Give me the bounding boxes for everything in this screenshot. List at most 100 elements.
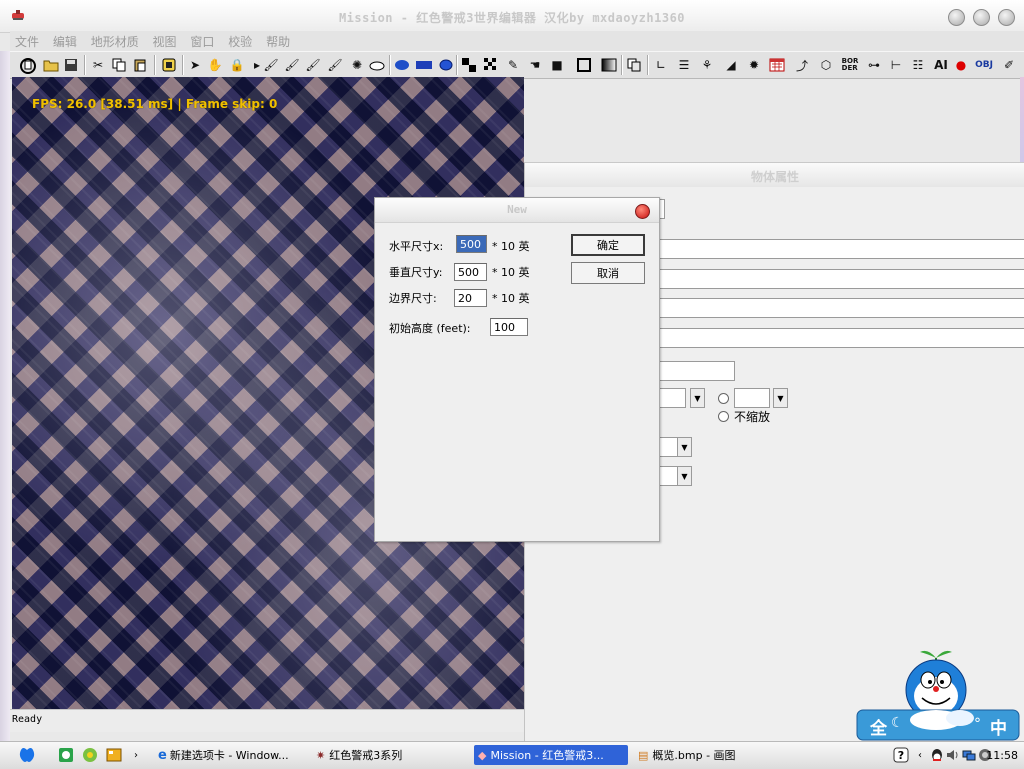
mixer-icon[interactable]: ☷ xyxy=(909,56,927,74)
chevron-down-icon[interactable]: ▼ xyxy=(773,388,788,408)
menu-validate[interactable]: 校验 xyxy=(223,31,257,52)
brush-icon[interactable]: 🖌 xyxy=(262,56,280,74)
obj-button[interactable]: OBJ xyxy=(972,56,996,74)
property-combo-1[interactable] xyxy=(658,388,686,408)
polygon-icon[interactable]: ⬡ xyxy=(816,56,836,74)
new-dialog-titlebar[interactable]: New xyxy=(375,198,659,223)
clock[interactable]: 11:58 xyxy=(986,749,1018,762)
radio-option-1[interactable] xyxy=(718,393,729,404)
sparkle-icon[interactable]: ✺ xyxy=(348,56,366,74)
taskbar-item-editor[interactable]: ◆ Mission - 红色警戒3... xyxy=(474,745,628,765)
ramp-icon[interactable]: ◢ xyxy=(722,56,740,74)
brush-tool-icon[interactable]: ✐ xyxy=(1000,56,1018,74)
record-dot-icon[interactable]: ● xyxy=(954,56,968,74)
width-unit: * 10 英 xyxy=(492,240,530,253)
copy-layer-icon[interactable] xyxy=(625,56,643,74)
apple-start-icon[interactable] xyxy=(18,745,36,765)
tile-pattern-icon[interactable] xyxy=(482,56,500,74)
smooth-brush-icon[interactable]: 🖌 xyxy=(326,56,344,74)
paste-icon[interactable] xyxy=(131,56,149,74)
tree-structure-icon[interactable]: ⊢ xyxy=(887,56,905,74)
chevron-down-icon[interactable]: ▼ xyxy=(690,388,705,408)
save-icon[interactable] xyxy=(62,56,80,74)
property-field-5[interactable] xyxy=(658,361,735,381)
taskbar-item-paint[interactable]: ▤ 概览.bmp - 画图 xyxy=(638,745,736,765)
initial-height-input[interactable] xyxy=(490,318,528,336)
ok-button[interactable]: 确定 xyxy=(571,234,645,256)
cut-icon[interactable]: ✂ xyxy=(89,56,107,74)
ime-chinese-label[interactable]: 中 xyxy=(990,714,1007,739)
dashed-lines-icon[interactable]: ☰ xyxy=(675,56,693,74)
water-circle-icon[interactable] xyxy=(437,56,455,74)
menu-view[interactable]: 视图 xyxy=(148,31,182,52)
property-combo-2[interactable] xyxy=(734,388,770,408)
close-icon[interactable] xyxy=(635,204,650,219)
lock-select-icon[interactable]: 🔒 xyxy=(228,56,246,74)
tile-checker-icon[interactable] xyxy=(460,56,478,74)
ime-full-width-label[interactable]: 全 xyxy=(870,714,887,739)
volume-tray-icon[interactable] xyxy=(946,745,960,765)
quicklaunch-icon-3[interactable] xyxy=(106,745,122,765)
menu-file[interactable]: 文件 xyxy=(10,31,44,52)
network-tray-icon[interactable] xyxy=(962,745,976,765)
width-input[interactable] xyxy=(456,235,487,253)
property-field-4[interactable] xyxy=(657,328,1024,348)
property-field-3[interactable] xyxy=(657,298,1024,318)
copy-icon[interactable] xyxy=(110,56,128,74)
path-link-icon[interactable]: ⤴ xyxy=(793,56,811,74)
waypoint-link-icon[interactable]: ⊶ xyxy=(865,56,883,74)
square-small-icon[interactable]: ■ xyxy=(550,56,564,74)
tree-icon[interactable]: ⚘ xyxy=(698,56,716,74)
ime-mascot-widget[interactable]: 全 ☾ ° 中 xyxy=(856,640,1020,742)
water-blob-icon[interactable] xyxy=(393,56,411,74)
maximize-button[interactable] xyxy=(973,9,990,26)
taskbar-item-ra3[interactable]: ✷ 红色警戒3系列 xyxy=(316,745,402,765)
taskbar-item-browser[interactable]: e 新建选项卡 - Window... xyxy=(158,745,289,765)
brush-third-icon[interactable]: 🖌 xyxy=(304,56,322,74)
property-panel-titlebar[interactable]: 物体属性 xyxy=(525,163,1024,187)
close-button[interactable] xyxy=(998,9,1015,26)
chevron-down-icon[interactable]: ▼ xyxy=(677,437,692,457)
radio-no-scale[interactable] xyxy=(718,411,729,422)
gear-burst-icon[interactable]: ✹ xyxy=(745,56,763,74)
fill-hand-icon[interactable]: ☚ xyxy=(526,56,544,74)
gradient-fill-icon[interactable] xyxy=(600,56,618,74)
punctuation-icon[interactable]: ° xyxy=(974,716,981,732)
chevron-down-icon[interactable]: ▼ xyxy=(677,466,692,486)
qq-tray-icon[interactable] xyxy=(930,745,944,765)
help-tray-icon[interactable]: ? xyxy=(893,745,909,765)
status-text: Ready xyxy=(12,714,43,725)
property-field-1[interactable] xyxy=(657,239,1024,259)
menu-window[interactable]: 窗口 xyxy=(185,31,219,52)
open-folder-icon[interactable] xyxy=(42,56,60,74)
select-arrow-icon[interactable]: ➤ xyxy=(187,56,203,74)
brush-alt-icon[interactable]: 🖌 xyxy=(283,56,301,74)
quicklaunch-icon-2[interactable] xyxy=(82,745,98,765)
taskbar-expand-icon[interactable]: › xyxy=(134,745,138,765)
quicklaunch-icon-1[interactable] xyxy=(58,745,74,765)
property-combo-4[interactable] xyxy=(658,466,678,486)
menu-help[interactable]: 帮助 xyxy=(261,31,295,52)
water-area-icon[interactable] xyxy=(414,56,434,74)
property-field-2[interactable] xyxy=(657,269,1024,289)
minimize-button[interactable] xyxy=(948,9,965,26)
height-input[interactable] xyxy=(454,263,487,281)
new-file-icon[interactable] xyxy=(18,56,38,74)
rectangle-outline-icon[interactable] xyxy=(574,56,594,74)
desktop-edge xyxy=(0,51,10,741)
property-combo-3[interactable] xyxy=(658,437,678,457)
terrain-mound-icon[interactable] xyxy=(368,56,386,74)
grab-hand-icon[interactable]: ✋ xyxy=(206,56,224,74)
border-input[interactable] xyxy=(454,289,487,307)
border-icon[interactable]: BOR DER xyxy=(839,56,861,74)
menu-edit[interactable]: 编辑 xyxy=(48,31,82,52)
cancel-button[interactable]: 取消 xyxy=(571,262,645,284)
measure-icon[interactable]: ∟ xyxy=(652,56,670,74)
object-list-icon[interactable] xyxy=(160,56,178,74)
menu-terrain[interactable]: 地形材质 xyxy=(86,31,144,52)
new-map-dialog: New 水平尺寸x: * 10 英 垂直尺寸y: * 10 英 边界尺寸: * … xyxy=(374,197,660,542)
eyedropper-icon[interactable]: ✎ xyxy=(504,56,522,74)
tray-arrow-icon[interactable]: ‹ xyxy=(918,745,922,765)
ai-button[interactable]: AI xyxy=(930,56,952,74)
calendar-grid-icon[interactable] xyxy=(767,56,787,74)
